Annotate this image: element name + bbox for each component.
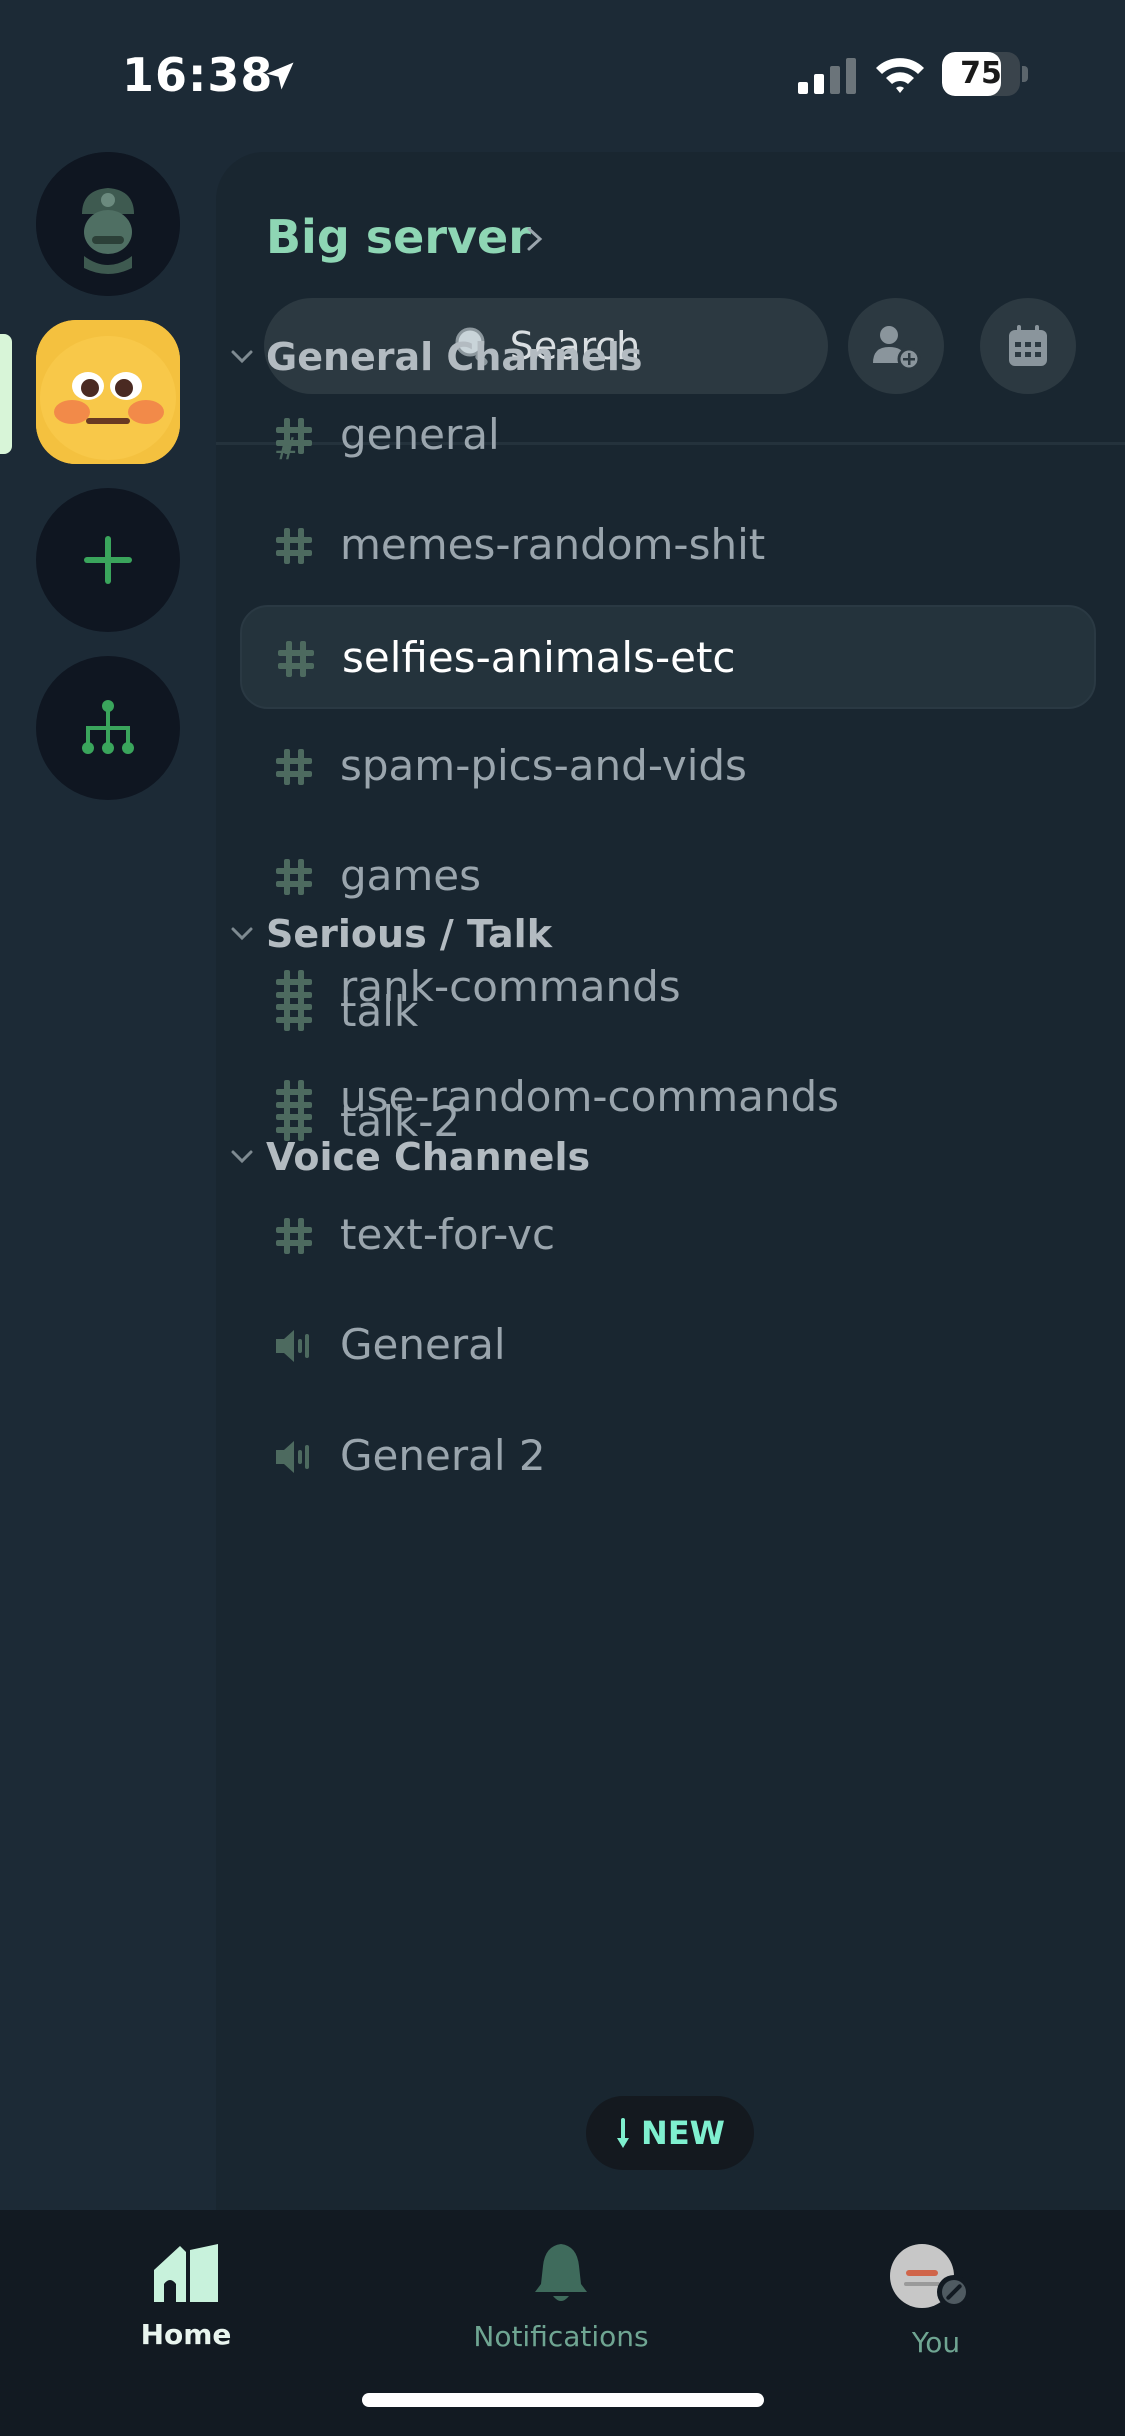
avatar-mario-icon xyxy=(36,152,180,296)
events-button[interactable] xyxy=(980,298,1076,394)
server-icon-big-server[interactable] xyxy=(36,320,180,464)
tab-notifications[interactable]: Notifications xyxy=(441,2240,681,2360)
channel-label: selfies-animals-etc xyxy=(342,632,736,682)
tab-home[interactable]: Home xyxy=(66,2240,306,2360)
category-header[interactable]: Voice Channels xyxy=(230,1132,590,1182)
channel-item-general[interactable]: general xyxy=(240,384,1096,488)
category-label: General Channels xyxy=(266,335,643,379)
clipped-channel-hash-icon: # xyxy=(274,432,300,467)
add-member-icon xyxy=(873,326,921,371)
voice-channel-speaker-icon xyxy=(276,1440,309,1473)
plus-icon xyxy=(84,536,132,584)
channel-item-text-for-vc[interactable]: text-for-vc xyxy=(240,1184,1096,1288)
channel-label: games xyxy=(340,851,482,901)
battery-body: 75 xyxy=(942,52,1020,96)
home-icon xyxy=(154,2244,218,2302)
text-channel-hash-icon xyxy=(276,1218,312,1254)
voice-channel-speaker-icon xyxy=(276,1330,309,1363)
avatar-emoji-face-icon xyxy=(36,320,180,464)
location-arrow-icon xyxy=(266,62,294,90)
category-label: Serious / Talk xyxy=(266,912,552,956)
tab-you[interactable]: You xyxy=(816,2240,1056,2360)
text-channel-hash-icon xyxy=(276,528,312,565)
channel-item-general[interactable]: General xyxy=(240,1294,1096,1398)
server-name[interactable]: Big server xyxy=(266,210,531,264)
chevron-down-icon xyxy=(231,350,253,364)
selected-server-indicator xyxy=(0,334,12,454)
add-server-button[interactable] xyxy=(36,488,180,632)
channel-label: talk xyxy=(340,987,419,1036)
channel-label: memes-random-shit xyxy=(340,520,766,570)
user-avatar-icon xyxy=(890,2244,971,2309)
channel-item-spam-pics-and-vids[interactable]: spam-pics-and-vids xyxy=(240,715,1096,819)
battery-percent: 75 xyxy=(960,56,1002,91)
invite-members-button[interactable] xyxy=(848,298,944,394)
channel-item-general-2[interactable]: General 2 xyxy=(240,1405,1096,1509)
text-channel-hash-icon xyxy=(278,640,314,677)
wifi-icon xyxy=(876,58,924,93)
channel-label: general xyxy=(340,410,500,459)
chevron-right-icon[interactable] xyxy=(524,226,546,252)
channel-item-selfies-animals-etc[interactable]: selfies-animals-etc xyxy=(240,604,1096,709)
channel-label: spam-pics-and-vids xyxy=(340,741,747,791)
text-channel-hash-icon xyxy=(276,995,312,1031)
server-rail xyxy=(0,150,216,2210)
channel-label: General xyxy=(340,1320,506,1370)
battery-indicator: 75 xyxy=(942,52,1028,96)
tab-notifications-label: Notifications xyxy=(473,2320,649,2353)
new-messages-badge[interactable]: NEW xyxy=(586,2096,754,2170)
status-bar: 16:38 75 xyxy=(0,0,1125,150)
channel-item-memes-random-shit[interactable]: memes-random-shit xyxy=(240,494,1096,598)
channel-label: General 2 xyxy=(340,1430,546,1480)
category-label: Voice Channels xyxy=(266,1135,591,1179)
discover-servers-button[interactable] xyxy=(36,656,180,800)
arrow-down-icon xyxy=(617,2118,630,2148)
status-time: 16:38 xyxy=(122,48,274,102)
channel-item-talk[interactable]: talk xyxy=(240,961,1096,1065)
text-channel-hash-icon xyxy=(276,749,312,786)
battery-tip xyxy=(1022,66,1028,82)
category-header[interactable]: General Channels xyxy=(230,332,643,382)
tab-home-label: Home xyxy=(140,2318,232,2351)
calendar-icon xyxy=(1009,325,1047,366)
bell-icon xyxy=(535,2244,587,2301)
channel-panel: Big server Search General Channels genera… xyxy=(216,152,1125,2210)
chevron-down-icon xyxy=(231,927,253,941)
hierarchy-icon xyxy=(82,700,134,754)
home-indicator xyxy=(362,2393,764,2407)
channel-label: text-for-vc xyxy=(340,1210,556,1259)
cellular-signal-icon xyxy=(798,58,856,94)
category-header[interactable]: Serious / Talk xyxy=(230,909,552,959)
new-badge-label: NEW xyxy=(641,2114,725,2152)
tab-you-label: You xyxy=(911,2326,961,2359)
chevron-down-icon xyxy=(231,1150,253,1164)
text-channel-hash-icon xyxy=(276,859,312,896)
server-icon-dm[interactable] xyxy=(36,152,180,296)
